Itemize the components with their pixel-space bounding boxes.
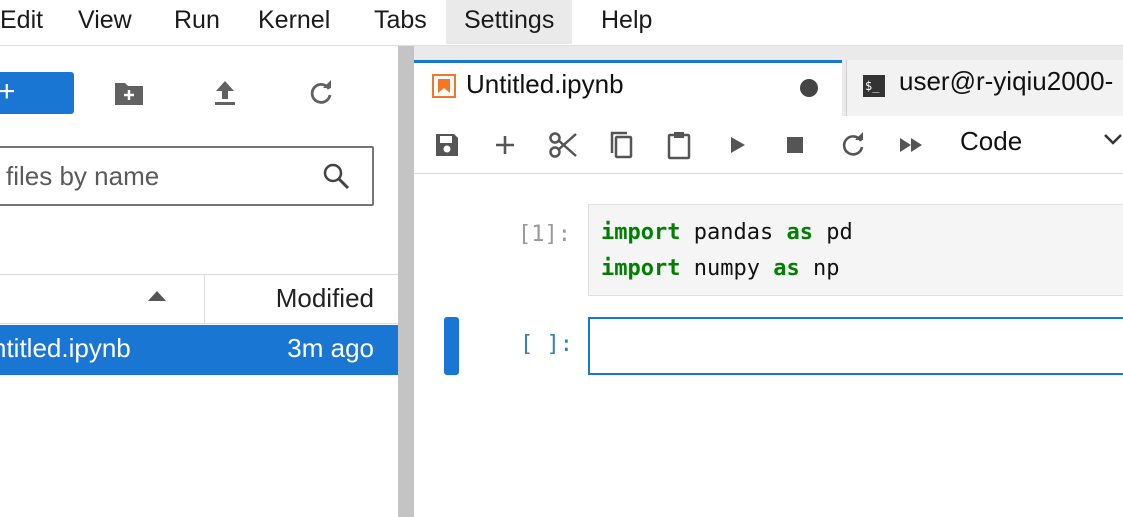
tab-terminal[interactable]: $_ user@r-yiqiu2000- — [846, 60, 1123, 116]
refresh-icon[interactable] — [304, 76, 338, 110]
menu-view[interactable]: View — [60, 0, 150, 44]
code-line: import numpy as np — [601, 256, 840, 281]
restart-icon[interactable] — [836, 128, 870, 162]
unsaved-indicator-icon[interactable] — [800, 79, 818, 97]
copy-icon[interactable] — [604, 128, 638, 162]
fast-forward-icon[interactable] — [894, 128, 928, 162]
tab-notebook[interactable]: Untitled.ipynb — [414, 60, 842, 116]
sort-ascending-icon[interactable] — [148, 291, 166, 301]
file-name: ntitled.ipynb — [0, 333, 131, 363]
run-icon[interactable] — [720, 128, 754, 162]
menu-run[interactable]: Run — [156, 0, 238, 44]
stop-icon[interactable] — [778, 128, 812, 162]
menu-bar: Edit View Run Kernel Tabs Settings Help — [0, 0, 1123, 46]
cell-type-select[interactable]: Code — [960, 126, 1022, 157]
save-icon[interactable] — [430, 128, 464, 162]
paste-icon[interactable] — [662, 128, 696, 162]
active-code-cell-editor[interactable] — [588, 317, 1123, 375]
active-cell-indicator[interactable] — [444, 317, 459, 375]
filter-input[interactable] — [6, 158, 306, 194]
chevron-down-icon[interactable] — [1102, 128, 1123, 155]
file-browser-panel: + Modified ntitled.ipynb 3m ago — [0, 46, 398, 517]
upload-icon[interactable] — [208, 76, 242, 110]
tab-terminal-label: user@r-yiqiu2000- — [899, 66, 1114, 96]
tab-notebook-label: Untitled.ipynb — [466, 69, 624, 99]
cut-icon[interactable] — [546, 128, 580, 162]
tab-bar: Untitled.ipynb $_ user@r-yiqiu2000- — [414, 46, 1123, 116]
menu-kernel[interactable]: Kernel — [240, 0, 348, 44]
file-row[interactable]: ntitled.ipynb 3m ago — [0, 325, 398, 375]
file-list-header: Modified — [0, 274, 398, 324]
notebook-area: Untitled.ipynb $_ user@r-yiqiu2000- Code… — [414, 46, 1123, 517]
new-folder-icon[interactable] — [112, 76, 146, 110]
notebook-toolbar: Code — [414, 116, 1123, 174]
notebook-icon — [432, 74, 456, 98]
code-cell-editor[interactable]: import pandas as pd import numpy as np — [588, 204, 1123, 296]
file-modified: 3m ago — [287, 333, 374, 363]
file-filter-field[interactable] — [0, 146, 374, 206]
column-modified[interactable]: Modified — [276, 283, 374, 314]
menu-tabs[interactable]: Tabs — [356, 0, 445, 44]
new-launcher-button[interactable]: + — [0, 72, 74, 114]
menu-help[interactable]: Help — [583, 0, 670, 44]
menu-settings[interactable]: Settings — [446, 0, 573, 44]
cell-prompt: [ ]: — [520, 332, 573, 357]
code-line: import pandas as pd — [601, 220, 853, 245]
add-cell-icon[interactable] — [488, 128, 522, 162]
search-icon — [322, 162, 350, 195]
column-divider[interactable] — [204, 275, 205, 323]
terminal-icon: $_ — [863, 75, 885, 97]
menu-edit[interactable]: Edit — [0, 0, 61, 44]
panel-splitter[interactable] — [398, 46, 414, 517]
cell-prompt: [1]: — [518, 222, 571, 247]
